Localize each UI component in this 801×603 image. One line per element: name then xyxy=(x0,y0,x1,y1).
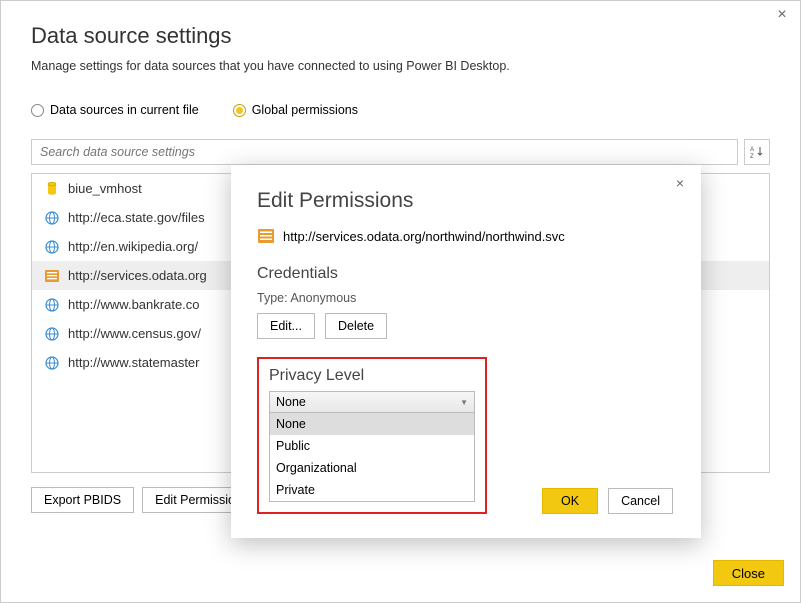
page-title: Data source settings xyxy=(31,23,770,49)
privacy-option[interactable]: Organizational xyxy=(270,457,474,479)
edit-permissions-dialog: × Edit Permissions http://services.odata… xyxy=(231,165,701,538)
delete-credential-button[interactable]: Delete xyxy=(325,313,387,339)
dialog-window: × Data source settings Manage settings f… xyxy=(0,0,801,603)
window-close-icon[interactable]: × xyxy=(772,5,792,25)
privacy-level-section: Privacy Level None ▼ None Public Organiz… xyxy=(257,357,487,514)
privacy-option[interactable]: None xyxy=(270,413,474,435)
globe-icon xyxy=(44,297,60,313)
ok-button[interactable]: OK xyxy=(542,488,598,514)
svg-text:A: A xyxy=(750,147,754,153)
privacy-level-dropdown[interactable]: None ▼ xyxy=(269,391,475,413)
credentials-heading: Credentials xyxy=(257,265,675,283)
cancel-button[interactable]: Cancel xyxy=(608,488,673,514)
svg-text:Z: Z xyxy=(750,154,754,159)
odata-icon xyxy=(257,227,275,245)
page-subtitle: Manage settings for data sources that yo… xyxy=(31,59,770,73)
radio-circle-icon xyxy=(31,104,44,117)
globe-icon xyxy=(44,239,60,255)
list-item-label: http://www.bankrate.co xyxy=(68,297,200,312)
radio-global-permissions[interactable]: Global permissions xyxy=(233,103,358,117)
edit-credential-button[interactable]: Edit... xyxy=(257,313,315,339)
radio-label: Global permissions xyxy=(252,103,358,117)
modal-title: Edit Permissions xyxy=(257,189,675,213)
globe-icon xyxy=(44,326,60,342)
list-item-label: http://services.odata.org xyxy=(68,268,207,283)
list-item-label: http://eca.state.gov/files xyxy=(68,210,205,225)
privacy-option[interactable]: Public xyxy=(270,435,474,457)
database-icon xyxy=(44,181,60,197)
globe-icon xyxy=(44,355,60,371)
list-item-label: http://www.statemaster xyxy=(68,355,200,370)
list-item-label: http://en.wikipedia.org/ xyxy=(68,239,198,254)
list-item-label: http://www.census.gov/ xyxy=(68,326,201,341)
credential-type: Type: Anonymous xyxy=(257,291,675,305)
search-row: A Z xyxy=(31,139,770,165)
globe-icon xyxy=(44,210,60,226)
radio-circle-icon xyxy=(233,104,246,117)
privacy-heading: Privacy Level xyxy=(269,367,475,385)
list-item-label: biue_vmhost xyxy=(68,181,142,196)
close-button[interactable]: Close xyxy=(713,560,784,586)
export-pbids-button[interactable]: Export PBIDS xyxy=(31,487,134,513)
scope-radio-group: Data sources in current file Global perm… xyxy=(31,103,770,117)
close-icon[interactable]: × xyxy=(671,175,689,193)
source-row: http://services.odata.org/northwind/nort… xyxy=(257,227,675,245)
radio-label: Data sources in current file xyxy=(50,103,199,117)
credential-buttons: Edit... Delete xyxy=(257,313,675,339)
odata-icon xyxy=(44,268,60,284)
privacy-option[interactable]: Private xyxy=(270,479,474,501)
sort-az-icon: A Z xyxy=(750,145,764,159)
privacy-selected-value: None xyxy=(276,395,306,409)
radio-current-file[interactable]: Data sources in current file xyxy=(31,103,199,117)
privacy-options-list: None Public Organizational Private xyxy=(269,413,475,502)
chevron-down-icon: ▼ xyxy=(460,398,468,407)
sort-button[interactable]: A Z xyxy=(744,139,770,165)
source-url: http://services.odata.org/northwind/nort… xyxy=(283,229,565,244)
search-input[interactable] xyxy=(31,139,738,165)
